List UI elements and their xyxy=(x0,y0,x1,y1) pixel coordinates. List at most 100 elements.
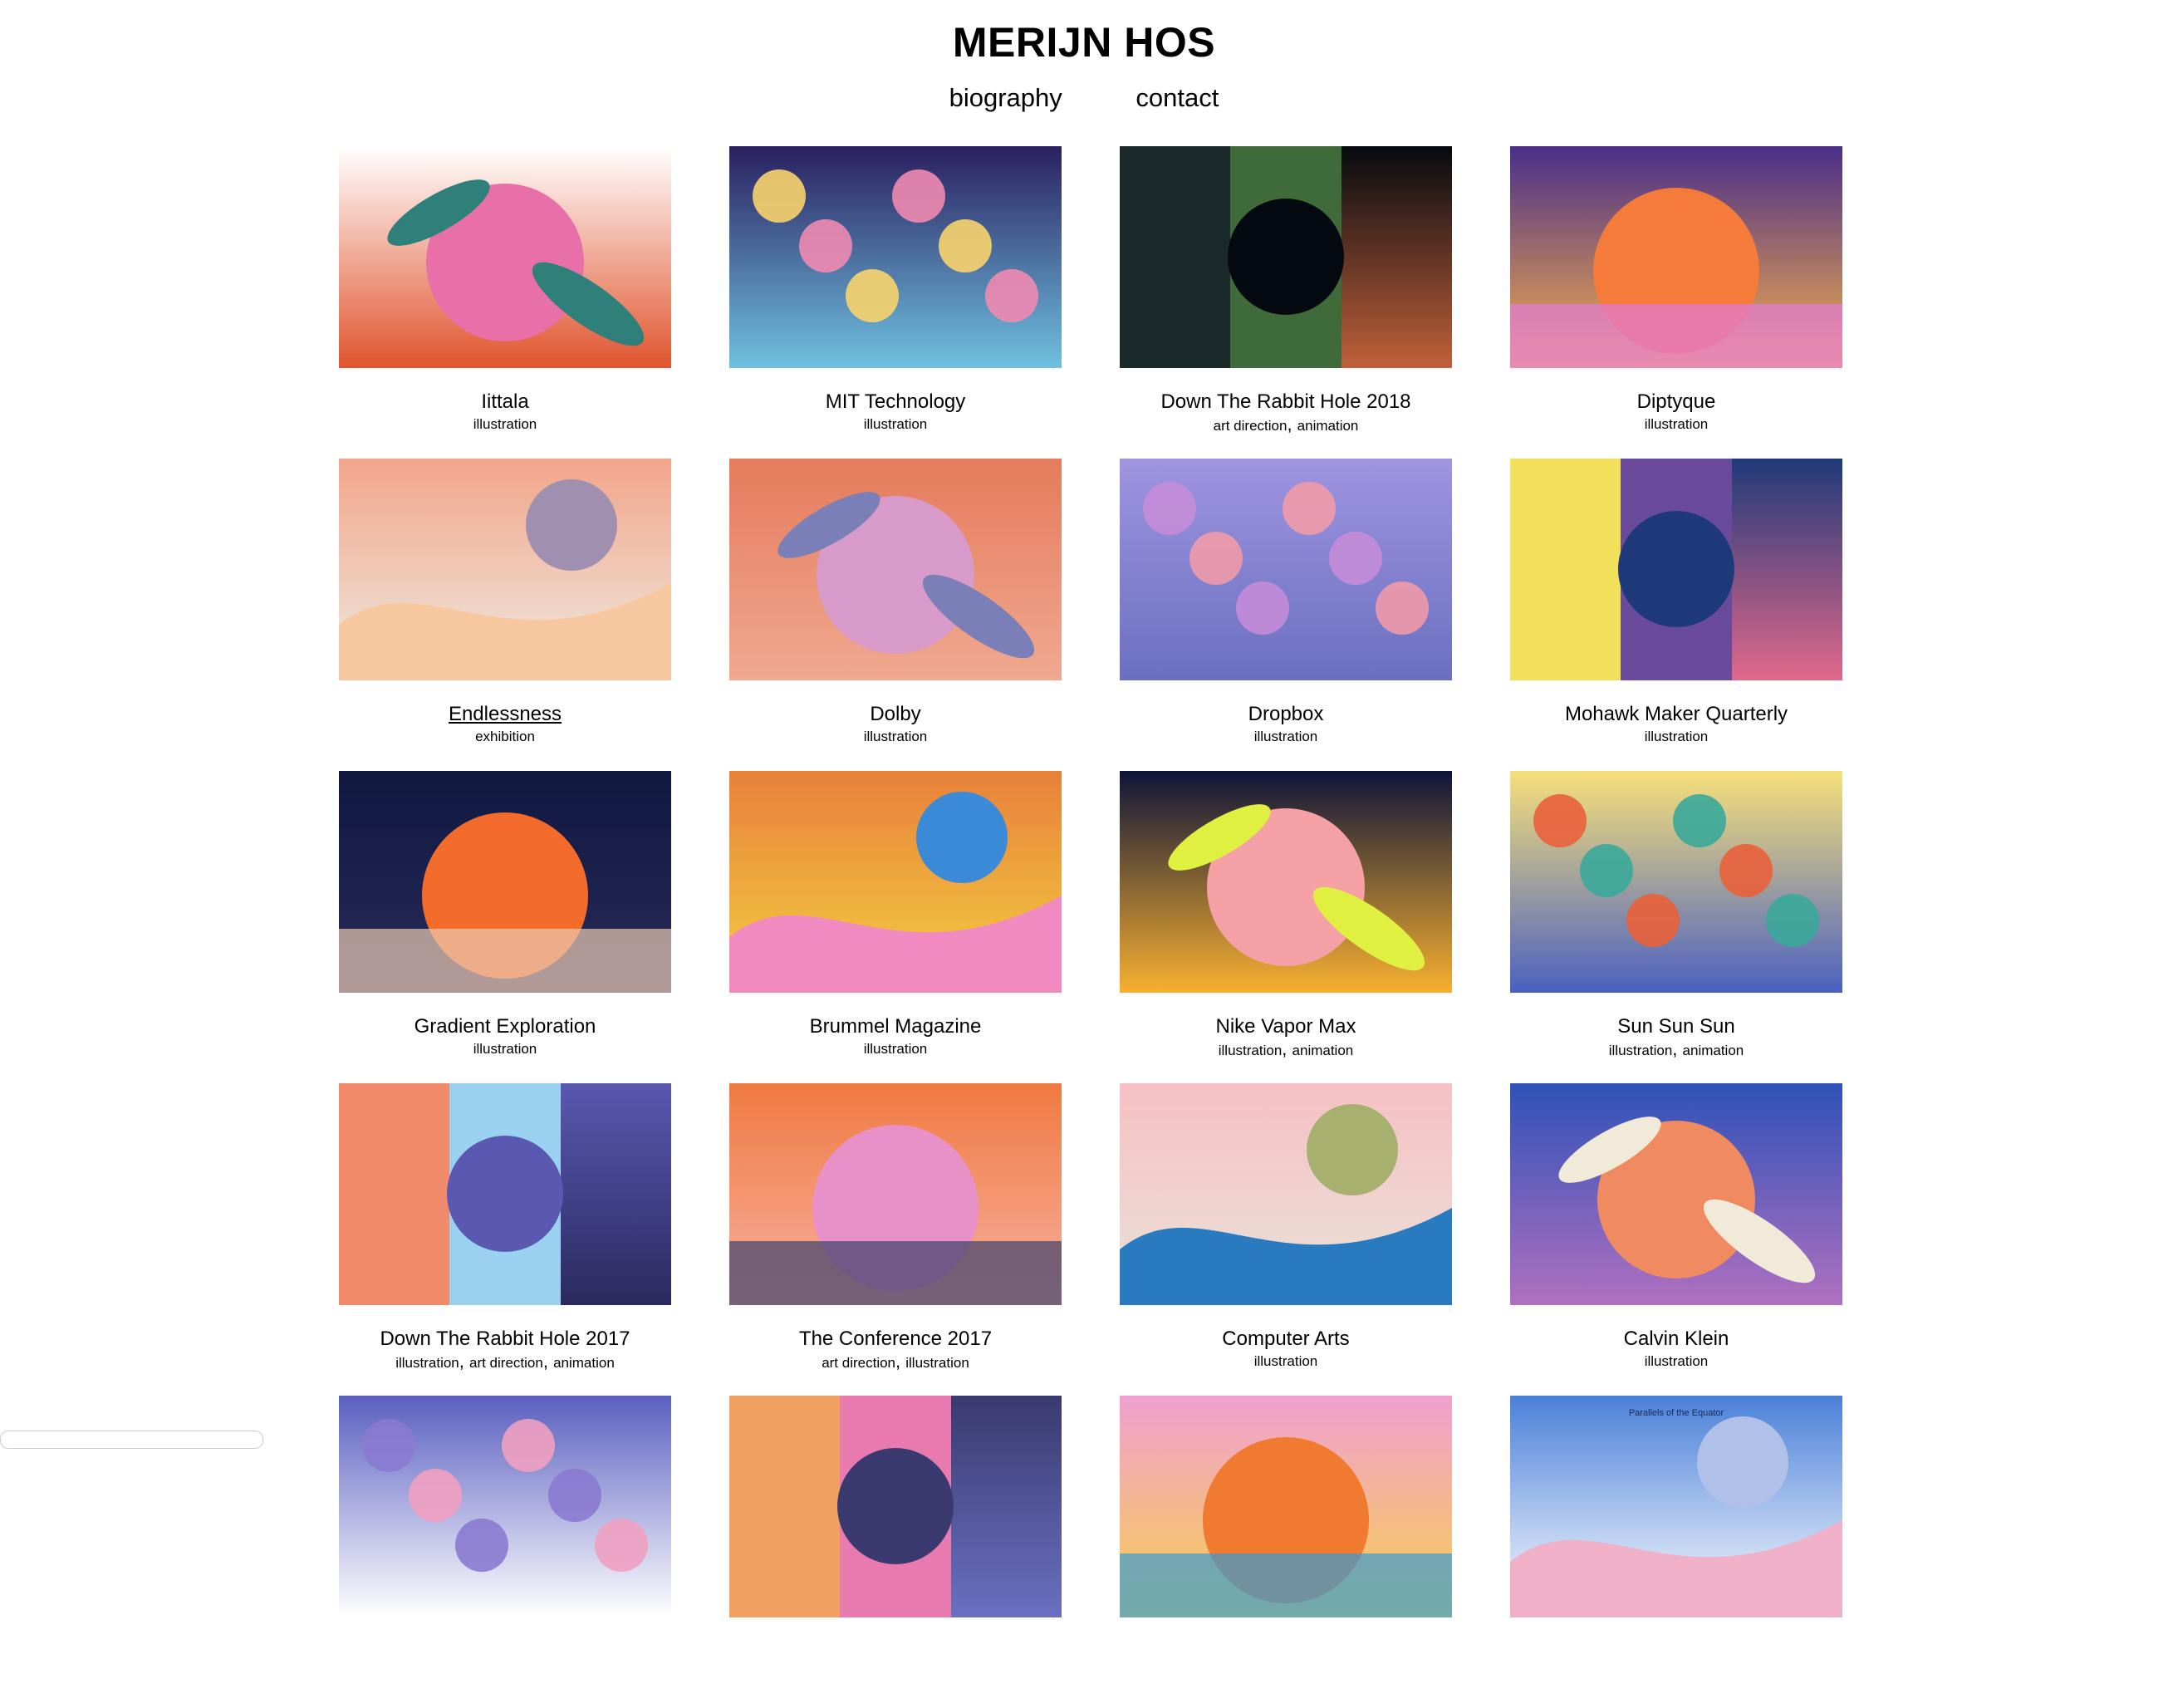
project-card[interactable]: MIT Technology illustration xyxy=(729,146,1062,459)
thumb-shape xyxy=(362,1419,415,1472)
project-title[interactable]: Diptyque xyxy=(1510,390,1842,415)
project-tag[interactable]: illustration xyxy=(395,1355,459,1371)
project-card[interactable]: Brummel Magazine illustration xyxy=(729,771,1062,1083)
project-tag[interactable]: illustration xyxy=(864,729,928,744)
project-thumbnail[interactable] xyxy=(339,459,671,680)
project-card[interactable]: Sun Sun Sun illustration, animation xyxy=(1510,771,1842,1083)
project-card[interactable]: Diptyque illustration xyxy=(1510,146,1842,459)
project-thumbnail[interactable] xyxy=(729,1083,1062,1305)
project-title[interactable]: Calvin Klein xyxy=(1510,1327,1842,1352)
project-card[interactable]: Dropbox illustration xyxy=(1120,459,1452,771)
project-thumbnail[interactable] xyxy=(729,1396,1062,1617)
project-card[interactable]: Computer Arts illustration xyxy=(1120,1083,1452,1396)
project-tag[interactable]: illustration xyxy=(1645,416,1709,432)
project-title[interactable]: Brummel Magazine xyxy=(729,1014,1062,1039)
project-thumbnail[interactable] xyxy=(1120,771,1452,993)
project-tag[interactable]: exhibition xyxy=(475,729,535,744)
project-tag[interactable]: animation xyxy=(1292,1043,1354,1058)
project-tag[interactable]: illustration xyxy=(473,1041,537,1057)
project-card[interactable]: Mohawk Maker Quarterly illustration xyxy=(1510,459,1842,771)
project-thumbnail[interactable] xyxy=(1120,146,1452,368)
project-tags: illustration xyxy=(339,1041,671,1058)
project-title[interactable]: Dolby xyxy=(729,702,1062,727)
site-title[interactable]: MERIJN HOS xyxy=(0,18,2168,66)
thumb-shape xyxy=(985,269,1038,322)
project-title[interactable]: Gradient Exploration xyxy=(339,1014,671,1039)
project-tag[interactable]: illustration xyxy=(905,1355,969,1371)
project-grid: Iittala illustration MIT Technology illustr… xyxy=(339,146,1844,1708)
project-thumbnail[interactable] xyxy=(1510,771,1842,993)
project-card[interactable] xyxy=(339,1396,671,1708)
project-tag[interactable]: art direction xyxy=(469,1355,543,1371)
nav-contact-link[interactable]: contact xyxy=(1136,83,1219,112)
thumb-shape xyxy=(939,219,992,272)
project-title[interactable]: MIT Technology xyxy=(729,390,1062,415)
project-title[interactable]: Nike Vapor Max xyxy=(1120,1014,1452,1039)
project-thumbnail[interactable] xyxy=(1120,459,1452,680)
project-tag[interactable]: illustration xyxy=(1609,1043,1673,1058)
project-title[interactable]: Down The Rabbit Hole 2017 xyxy=(339,1327,671,1352)
project-card[interactable]: Iittala illustration xyxy=(339,146,671,459)
project-tag[interactable]: illustration xyxy=(1645,729,1709,744)
project-tag[interactable]: illustration xyxy=(473,416,537,432)
project-title[interactable]: The Conference 2017 xyxy=(729,1327,1062,1352)
project-thumbnail[interactable] xyxy=(1120,1396,1452,1617)
project-title[interactable]: Computer Arts xyxy=(1120,1327,1452,1352)
project-tag[interactable]: illustration xyxy=(1254,1353,1318,1369)
project-card[interactable]: Down The Rabbit Hole 2017 illustration, a… xyxy=(339,1083,671,1396)
project-card[interactable]: The Conference 2017 art direction, illust… xyxy=(729,1083,1062,1396)
project-artwork xyxy=(339,146,671,368)
nav-biography-link[interactable]: biography xyxy=(949,83,1062,112)
project-thumbnail[interactable] xyxy=(339,1396,671,1617)
tag-separator: , xyxy=(1672,1038,1683,1059)
project-thumbnail[interactable] xyxy=(1510,146,1842,368)
project-thumbnail[interactable] xyxy=(339,771,671,993)
project-title[interactable]: Dropbox xyxy=(1120,702,1452,727)
project-tag[interactable]: illustration xyxy=(1219,1043,1283,1058)
thumb-shape xyxy=(1228,199,1344,315)
project-thumbnail[interactable]: Parallels of the Equator xyxy=(1510,1396,1842,1617)
project-card[interactable] xyxy=(1120,1396,1452,1708)
project-title[interactable]: Sun Sun Sun xyxy=(1510,1014,1842,1039)
project-thumbnail[interactable] xyxy=(729,459,1062,680)
main-nav: biography contact xyxy=(0,83,2168,113)
project-card[interactable]: Down The Rabbit Hole 2018 art direction, … xyxy=(1120,146,1452,459)
project-card[interactable]: Parallels of the Equator xyxy=(1510,1396,1842,1708)
project-tags: illustration, animation xyxy=(1120,1038,1452,1059)
thumb-shape xyxy=(1143,482,1196,535)
project-tag[interactable]: animation xyxy=(553,1355,615,1371)
project-tag[interactable]: illustration xyxy=(864,416,928,432)
project-artwork xyxy=(1120,1396,1452,1617)
project-title[interactable]: Iittala xyxy=(339,390,671,415)
project-thumbnail[interactable] xyxy=(729,146,1062,368)
project-artwork xyxy=(1510,459,1842,680)
project-tag[interactable]: animation xyxy=(1297,418,1359,434)
project-card[interactable]: Nike Vapor Max illustration, animation xyxy=(1120,771,1452,1083)
project-thumbnail[interactable] xyxy=(1510,459,1842,680)
project-thumbnail[interactable] xyxy=(339,146,671,368)
project-title[interactable]: Mohawk Maker Quarterly xyxy=(1510,702,1842,727)
project-thumbnail[interactable] xyxy=(1510,1083,1842,1305)
project-tag[interactable]: art direction xyxy=(1214,418,1288,434)
project-thumbnail[interactable] xyxy=(729,771,1062,993)
thumb-shape xyxy=(729,1396,840,1617)
project-card[interactable]: Gradient Exploration illustration xyxy=(339,771,671,1083)
project-card[interactable] xyxy=(729,1396,1062,1708)
project-card[interactable]: Dolby illustration xyxy=(729,459,1062,771)
project-tag[interactable]: illustration xyxy=(1254,729,1318,744)
project-card[interactable]: Endlessness exhibition xyxy=(339,459,671,771)
project-tags: illustration xyxy=(1510,729,1842,745)
project-tag[interactable]: illustration xyxy=(1645,1353,1709,1369)
project-title[interactable]: Down The Rabbit Hole 2018 xyxy=(1120,390,1452,415)
project-tag[interactable]: illustration xyxy=(864,1041,928,1057)
tag-separator: , xyxy=(1282,1038,1292,1059)
project-tag[interactable]: animation xyxy=(1683,1043,1744,1058)
cookie-banner[interactable] xyxy=(0,1431,263,1449)
project-title[interactable]: Endlessness xyxy=(339,702,671,727)
project-thumbnail[interactable] xyxy=(339,1083,671,1305)
project-tag[interactable]: art direction xyxy=(822,1355,895,1371)
thumb-shape xyxy=(595,1519,648,1572)
project-card[interactable]: Calvin Klein illustration xyxy=(1510,1083,1842,1396)
project-thumbnail[interactable] xyxy=(1120,1083,1452,1305)
thumb-shape xyxy=(1719,844,1773,897)
